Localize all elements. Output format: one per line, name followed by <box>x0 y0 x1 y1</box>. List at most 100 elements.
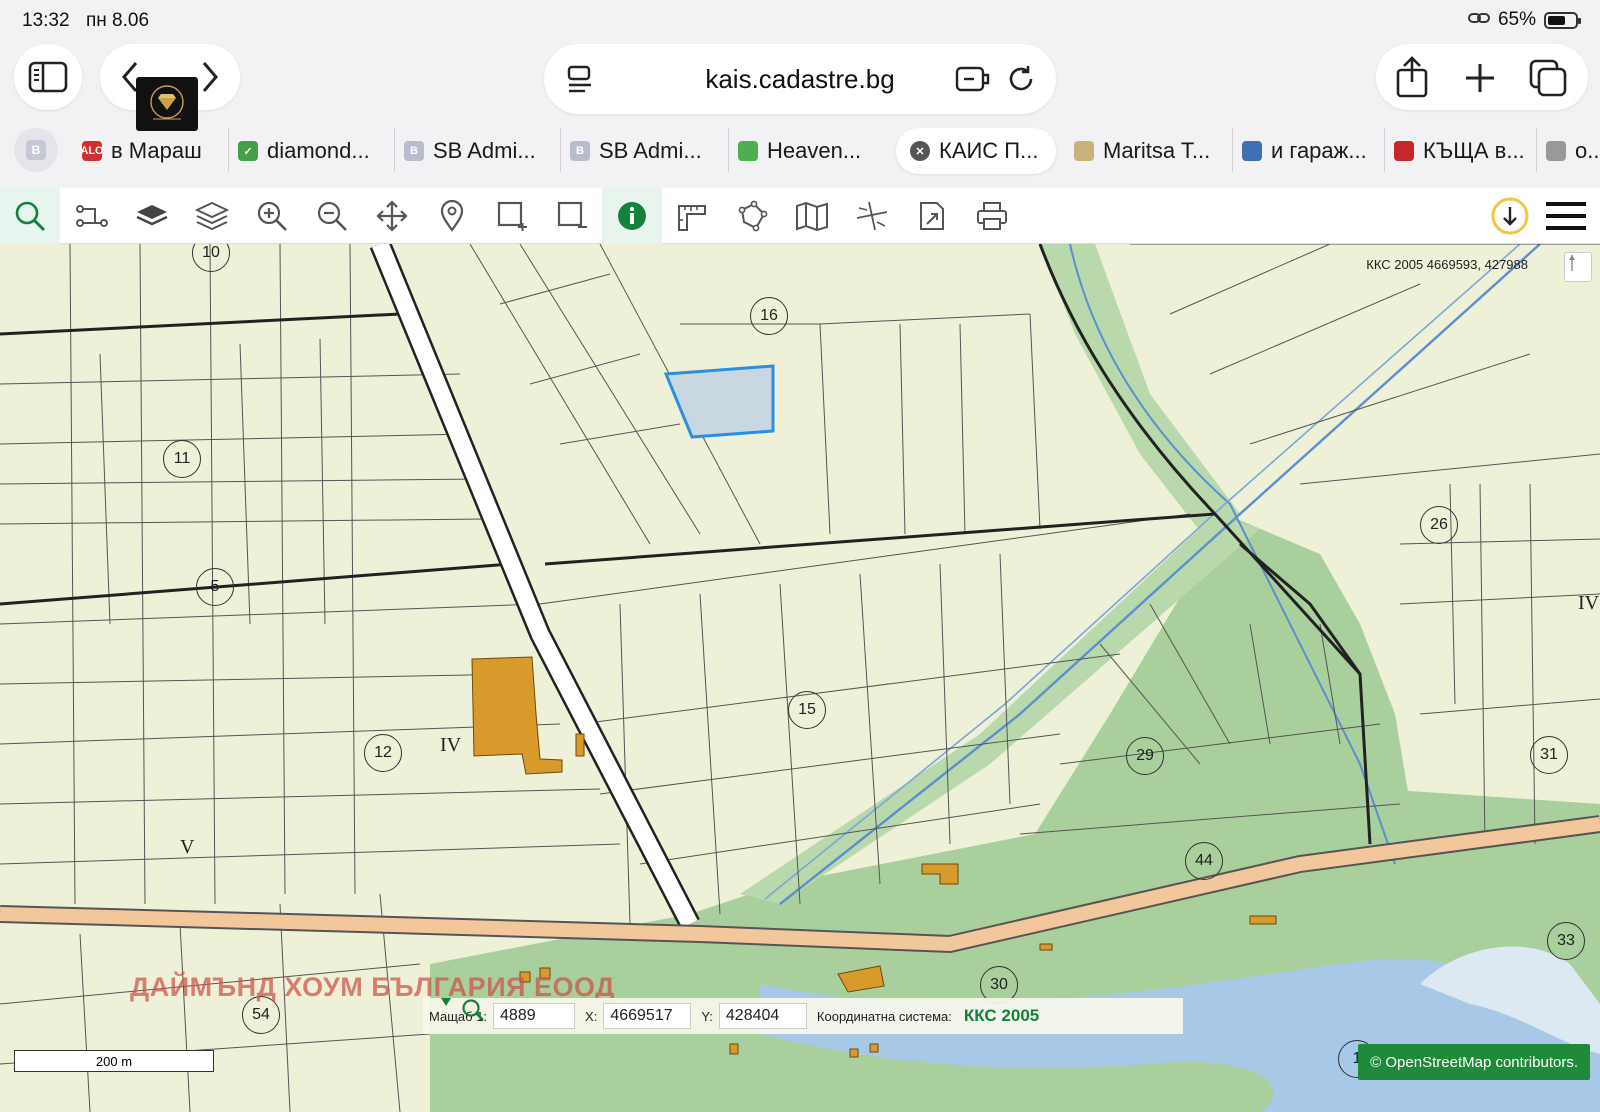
zoom-in-tool[interactable] <box>242 188 302 244</box>
favicon-icon <box>1394 141 1414 161</box>
search-tool[interactable] <box>0 188 60 244</box>
district-label: IV <box>1578 592 1600 614</box>
forest-strip-river <box>1040 244 1240 544</box>
x-coordinate-input[interactable]: 4669517 <box>603 1003 692 1029</box>
tab-label: в Мараш <box>111 138 202 163</box>
select-remove-tool[interactable] <box>542 188 602 244</box>
tab-3[interactable]: B SB Admi... <box>404 128 564 174</box>
favicon-icon <box>1242 141 1262 161</box>
browser-actions <box>1376 44 1588 110</box>
tab-2[interactable]: ✓ diamond... <box>238 128 398 174</box>
download-icon <box>1491 197 1529 235</box>
favicon-icon: B <box>570 141 590 161</box>
share-icon[interactable] <box>1392 56 1432 98</box>
status-date: пн 8.06 <box>86 10 150 31</box>
rectangle-remove-icon <box>557 201 587 228</box>
y-coordinate-input[interactable]: 428404 <box>718 1003 807 1029</box>
layers-tool[interactable] <box>182 188 242 244</box>
tab-strip: B ALO в Мараш ✓ diamond... B SB Admi... B SB Ad… <box>0 122 1600 178</box>
tab-separator <box>1536 128 1537 172</box>
tab-label: о... <box>1575 138 1600 163</box>
extension-icon[interactable] <box>954 64 992 94</box>
tab-1[interactable]: ALO в Мараш <box>82 128 232 174</box>
tab-group-icon: B <box>26 140 46 160</box>
tab-label: КАИС П... <box>939 138 1039 163</box>
parcel-number-29: 29 <box>1126 737 1164 775</box>
new-tab-icon[interactable] <box>1464 62 1496 94</box>
tab-separator <box>1384 128 1385 172</box>
x-label: X: <box>585 1008 598 1024</box>
download-button[interactable] <box>1480 188 1540 244</box>
tab-10[interactable]: о... <box>1546 128 1600 174</box>
close-tab-icon[interactable]: ✕ <box>910 141 930 161</box>
tab-4[interactable]: B SB Admi... <box>570 128 730 174</box>
hamburger-menu-icon <box>1546 202 1586 230</box>
favicon-icon <box>1074 141 1094 161</box>
main-menu-button[interactable] <box>1536 188 1596 244</box>
tab-label: SB Admi... <box>599 138 702 163</box>
measure-tool[interactable] <box>662 188 722 244</box>
tab-6[interactable]: ✕ КАИС П... <box>896 128 1056 174</box>
crosshair-lines-icon <box>856 201 888 231</box>
move-arrows-icon <box>376 200 408 232</box>
coordinate-search-icon[interactable] <box>461 998 485 1022</box>
snap-tool[interactable] <box>842 188 902 244</box>
reload-icon[interactable] <box>1006 64 1036 94</box>
export-tool[interactable] <box>902 188 962 244</box>
parcel-number-11: 11 <box>163 440 201 478</box>
status-right: 65% <box>1467 9 1581 31</box>
coord-system-select[interactable]: ККС 2005 <box>441 998 1070 1029</box>
link-icon <box>1467 9 1490 31</box>
tab-8[interactable]: и гараж... <box>1242 128 1392 174</box>
url-text: kais.cadastre.bg <box>705 63 895 94</box>
scale-input[interactable]: 4889 <box>493 1003 576 1029</box>
layers-filled-icon <box>136 205 168 226</box>
sidebar-icon <box>28 61 68 93</box>
tab-5[interactable]: Heaven... <box>738 128 888 174</box>
north-arrow-button[interactable] <box>1564 252 1592 282</box>
zoom-out-icon <box>317 201 347 231</box>
map-toolbar <box>0 188 1600 244</box>
locate-tool[interactable] <box>422 188 482 244</box>
favicon-icon <box>738 141 758 161</box>
zoom-out-tool[interactable] <box>302 188 362 244</box>
osm-attribution[interactable]: © OpenStreetMap contributors. <box>1358 1044 1590 1080</box>
parcel-number-12: 12 <box>364 734 402 772</box>
tabs-overview-icon[interactable] <box>1528 58 1568 98</box>
page-menu-icon[interactable] <box>566 64 594 94</box>
status-bar: 13:32 пн 8.06 65% <box>0 0 1600 42</box>
tree-tool[interactable] <box>62 188 122 244</box>
tab-7[interactable]: Maritsa T... <box>1074 128 1234 174</box>
parcel-number-31: 31 <box>1530 736 1568 774</box>
cursor-coordinates: ККС 2005 4669593, 427988 <box>1366 257 1528 272</box>
base-layers-tool[interactable] <box>122 188 182 244</box>
address-bar[interactable]: kais.cadastre.bg <box>544 44 1056 114</box>
tab-9[interactable]: КЪЩА в... <box>1394 128 1544 174</box>
district-label: IV <box>440 734 462 756</box>
favicon-icon: B <box>404 141 424 161</box>
sidebar-toggle-button[interactable] <box>14 44 82 110</box>
selected-parcel[interactable] <box>663 364 775 439</box>
coordinate-bar: Мащаб 1: 4889 X: 4669517 Y: 428404 Коорд… <box>423 998 1183 1034</box>
cadastral-map[interactable]: 10 16 11 5 26 15 12 29 31 44 33 30 54 1 IV IV V ККС 200… <box>0 244 1600 1112</box>
polygon-tool[interactable] <box>722 188 782 244</box>
ruler-icon <box>678 205 706 231</box>
pan-tool[interactable] <box>362 188 422 244</box>
print-tool[interactable] <box>962 188 1022 244</box>
coord-system-label: Координатна система: <box>816 1008 952 1024</box>
forward-button[interactable] <box>200 60 220 94</box>
parcel-number-26: 26 <box>1420 506 1458 544</box>
polygon-icon <box>738 200 768 232</box>
parcel-number-44: 44 <box>1185 842 1223 880</box>
info-tool[interactable] <box>602 188 662 244</box>
select-add-tool[interactable] <box>482 188 542 244</box>
scale-bar: 200 m <box>14 1050 214 1072</box>
dropdown-arrow-icon <box>441 998 451 1006</box>
favicon-icon: ALO <box>82 141 104 161</box>
battery-icon <box>1544 11 1581 29</box>
map-view-tool[interactable] <box>782 188 842 244</box>
tab-group-button[interactable]: B <box>14 128 58 172</box>
parcel-number-5: 5 <box>196 568 234 606</box>
tab-separator <box>1232 128 1233 172</box>
layers-icon <box>195 201 229 231</box>
